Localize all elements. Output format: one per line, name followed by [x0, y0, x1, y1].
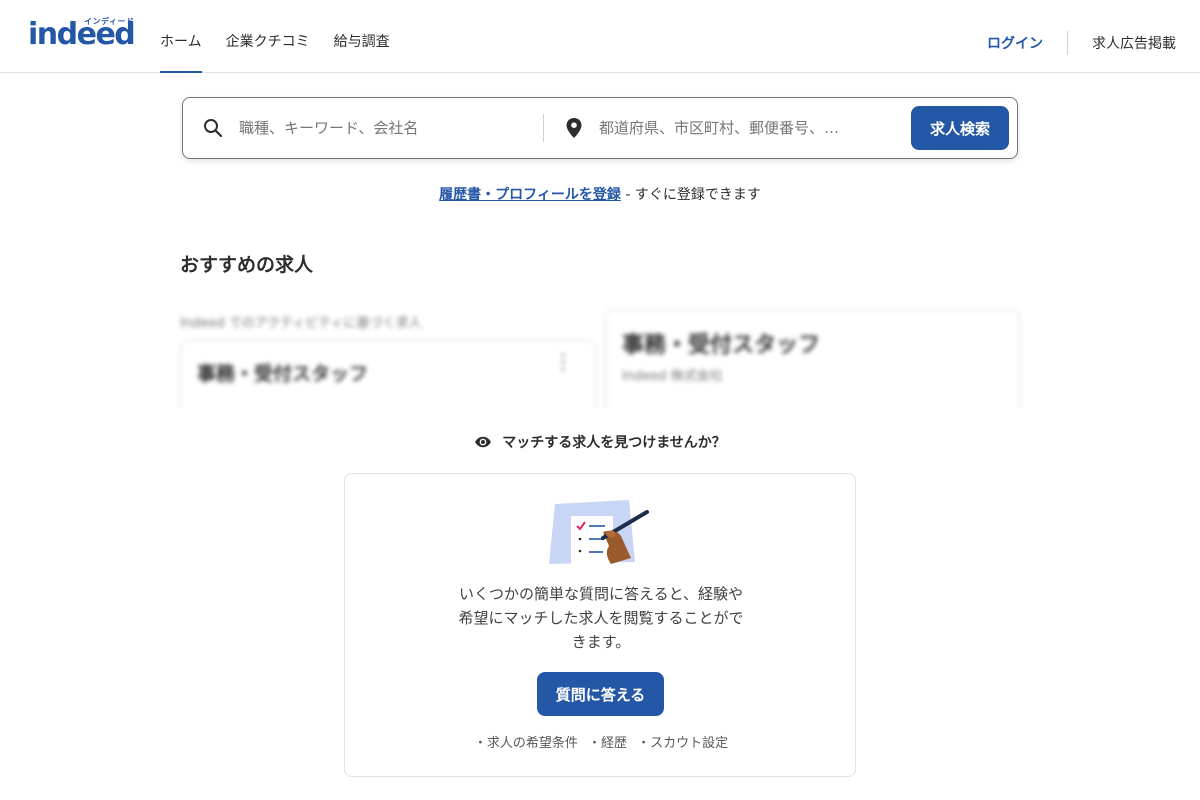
search-bar: 求人検索 — [182, 97, 1018, 159]
search-button[interactable]: 求人検索 — [911, 106, 1009, 150]
resume-prompt: 履歴書・プロフィールを登録 - すぐに登録できます — [0, 184, 1200, 204]
nav-salary[interactable]: 給与調査 — [334, 0, 390, 73]
answer-questions-button[interactable]: 質問に答える — [537, 672, 664, 716]
topic-scout-settings: ・スカウト設定 — [637, 736, 729, 751]
company-name: Indeed 株式会社 — [622, 369, 723, 384]
job-card[interactable]: 事務・受付スタッフ Indeed 株式会社 — [605, 310, 1020, 408]
where-input[interactable] — [599, 119, 889, 137]
header-right: ログイン 求人広告掲載 — [987, 0, 1176, 73]
header: インディード indeed ホーム 企業クチコミ 給与調査 ログイン 求人広告掲… — [0, 0, 1200, 73]
resume-register-link[interactable]: 履歴書・プロフィールを登録 — [439, 187, 621, 203]
header-divider — [1067, 30, 1068, 55]
activity-label: Indeed でのアクティビティに基づく求人 — [180, 316, 422, 331]
search-separator — [543, 114, 544, 142]
what-input[interactable] — [239, 119, 529, 137]
job-card[interactable]: 事務・受付スタッフ ⋮ — [180, 340, 596, 408]
topic-experience: ・経歴 — [587, 736, 627, 751]
nav-company-reviews[interactable]: 企業クチコミ — [226, 0, 310, 73]
questionnaire-card: いくつかの簡単な質問に答えると、経験や希望にマッチした求人を閲覧することができま… — [344, 473, 856, 777]
eye-icon — [475, 436, 492, 448]
job-title: 事務・受付スタッフ — [622, 333, 821, 358]
search-icon — [204, 119, 223, 138]
more-options-icon[interactable]: ⋮ — [553, 351, 573, 371]
main-nav: ホーム 企業クチコミ 給与調査 — [160, 0, 414, 73]
job-title: 事務・受付スタッフ — [197, 363, 369, 385]
logo-text: indeed — [28, 17, 136, 52]
recommended-jobs-blurred: Indeed でのアクティビティに基づく求人 事務・受付スタッフ ⋮ 事務・受付… — [170, 300, 1030, 408]
recommended-title: おすすめの求人 — [180, 254, 314, 276]
what-segment — [203, 98, 543, 158]
location-pin-icon — [566, 118, 582, 138]
match-heading: マッチする求人を見つけませんか？ — [0, 432, 1200, 452]
questionnaire-description: いくつかの簡単な質問に答えると、経験や希望にマッチした求人を閲覧することができま… — [458, 585, 744, 651]
where-segment — [565, 98, 905, 158]
resume-suffix: - すぐに登録できます — [620, 187, 761, 203]
questionnaire-topics: ・求人の希望条件 ・経歴 ・スカウト設定 — [345, 732, 857, 751]
match-heading-text: マッチする求人を見つけませんか？ — [502, 435, 726, 451]
questionnaire-illustration — [549, 500, 649, 564]
nav-home[interactable]: ホーム — [160, 0, 202, 73]
indeed-logo[interactable]: インディード indeed — [28, 16, 136, 56]
login-link[interactable]: ログイン — [987, 33, 1043, 53]
topic-preferences: ・求人の希望条件 — [473, 736, 578, 751]
post-job-link[interactable]: 求人広告掲載 — [1092, 33, 1176, 53]
